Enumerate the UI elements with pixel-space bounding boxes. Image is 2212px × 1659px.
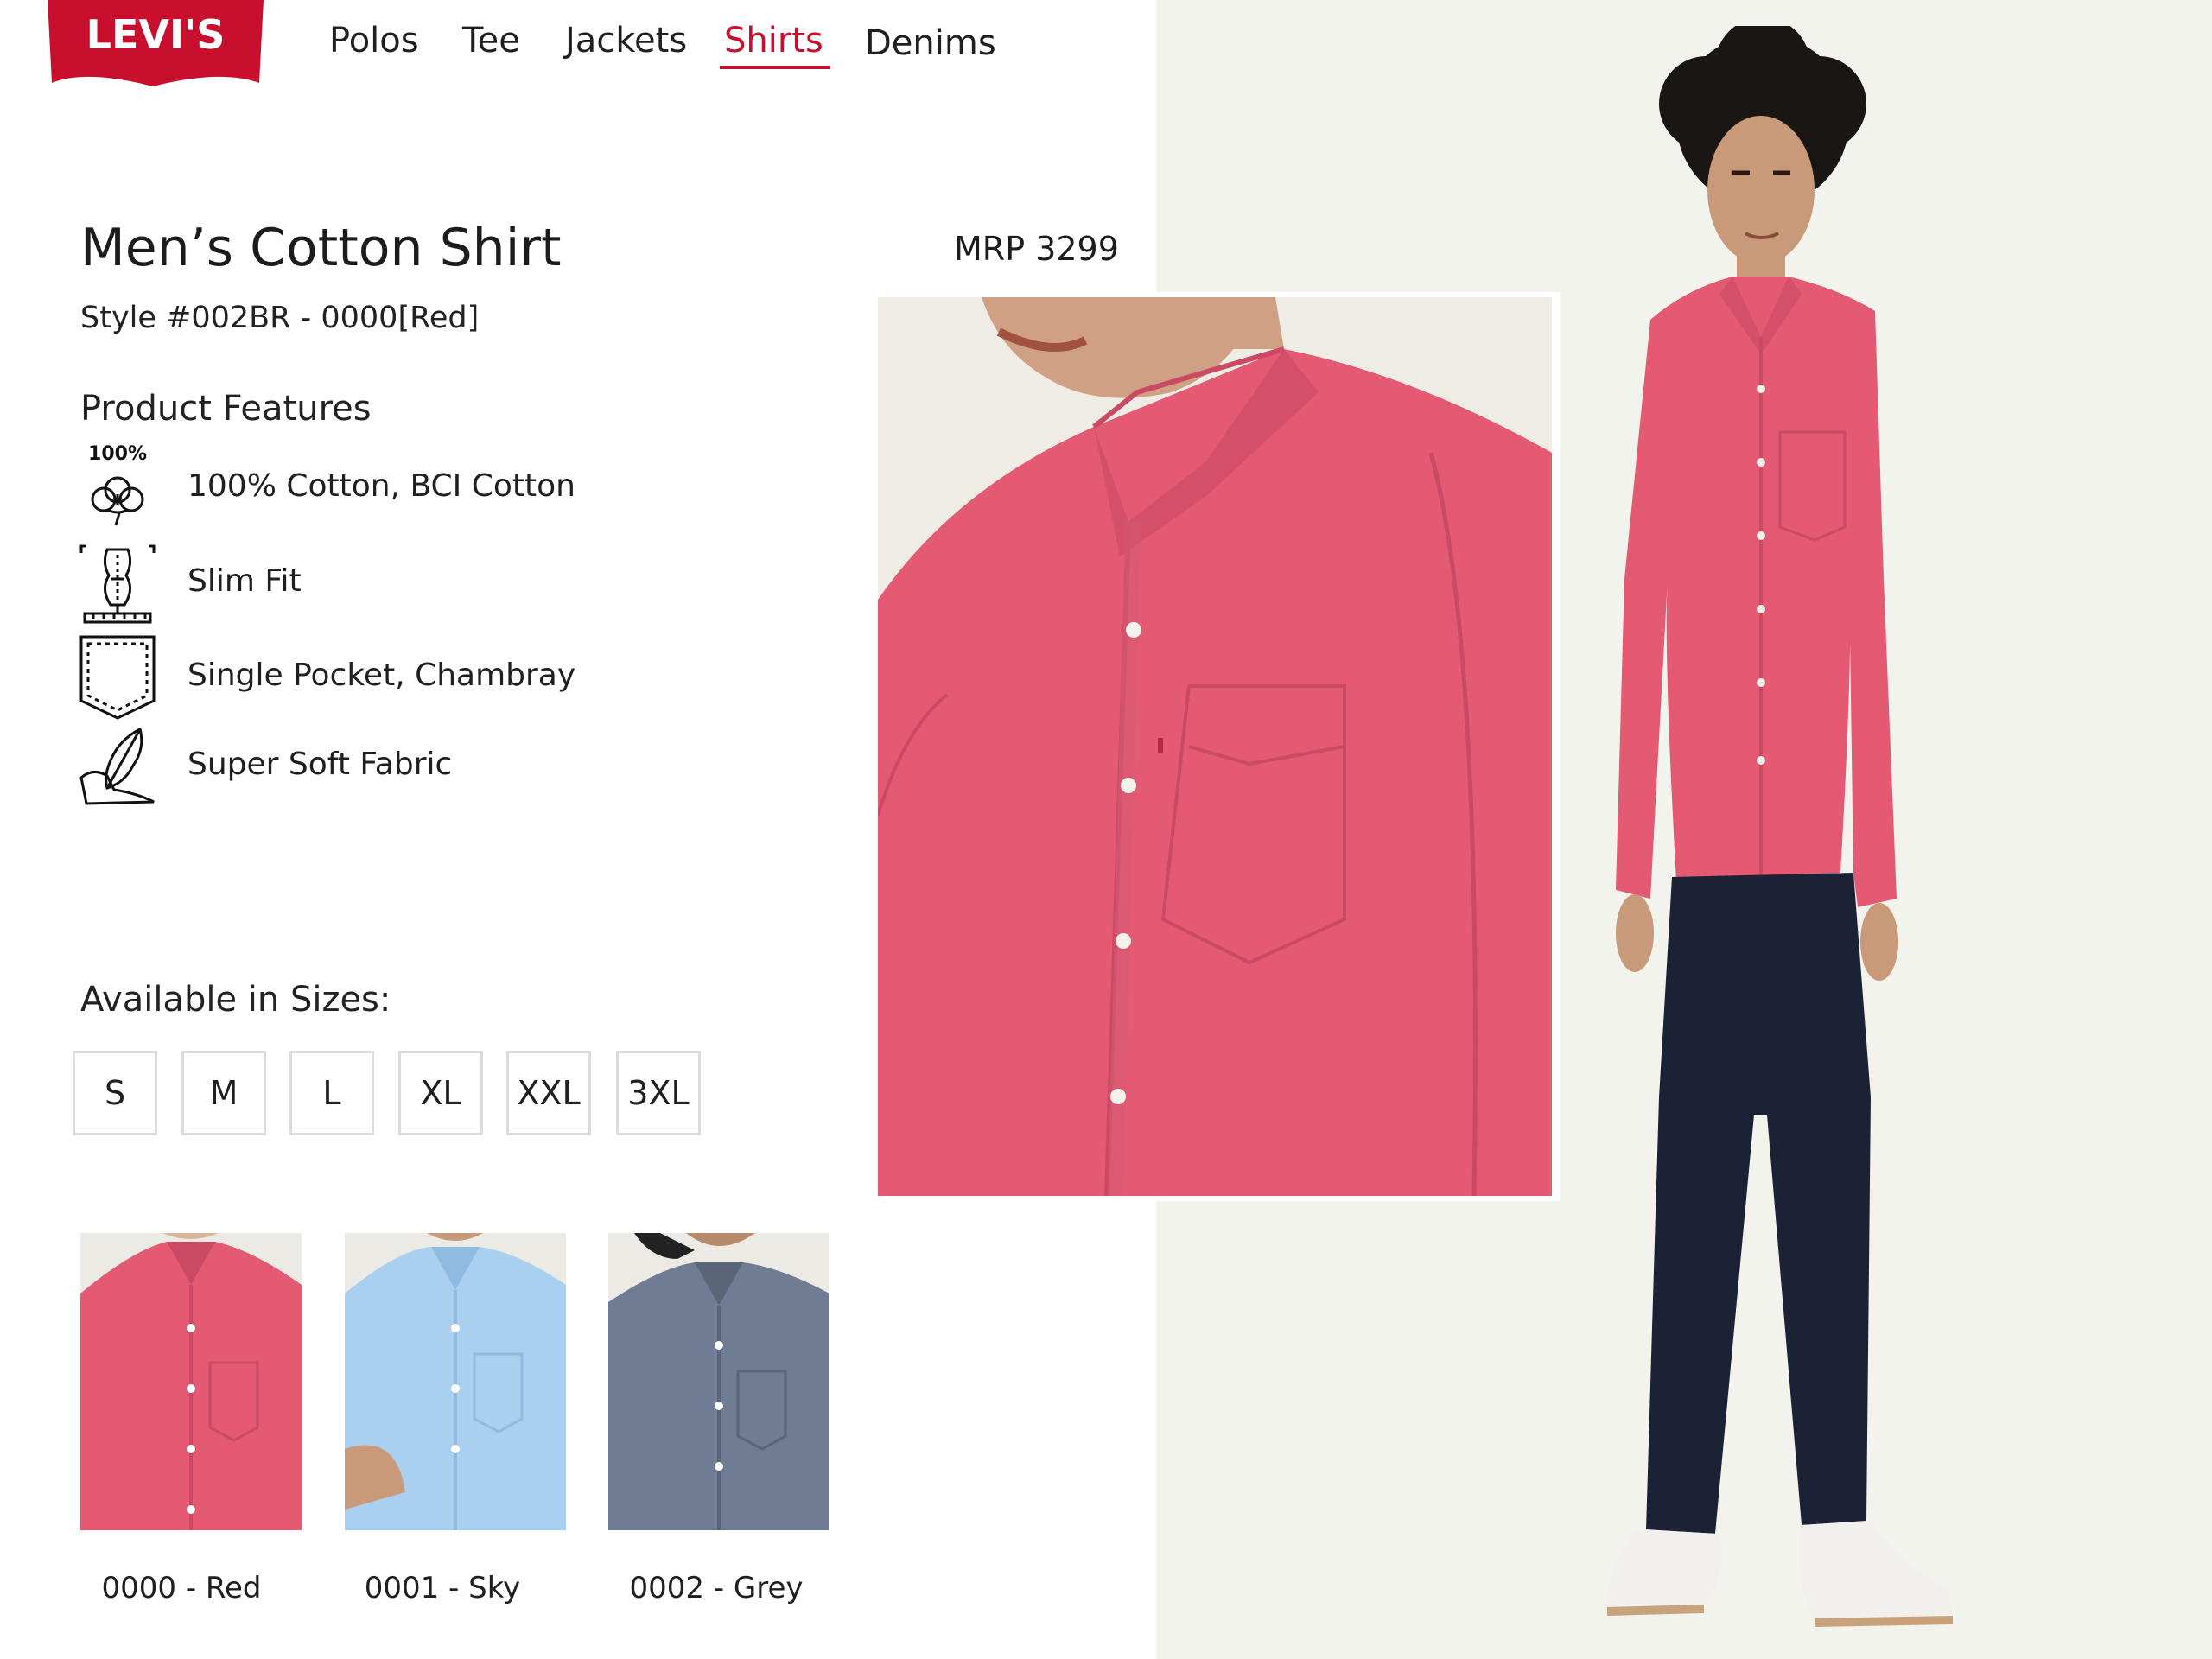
levis-logo[interactable]: LEVI'S ®	[48, 0, 264, 86]
variant-thumbnail-grey[interactable]	[608, 1233, 830, 1530]
size-option-3xl[interactable]: 3XL	[616, 1051, 701, 1135]
product-price: MRP 3299	[954, 230, 1119, 268]
nav-item-polos[interactable]: Polos	[329, 21, 419, 60]
nav-item-denims[interactable]: Denims	[865, 23, 996, 63]
feather-icon	[76, 726, 159, 812]
cotton-icon: 100%	[76, 442, 159, 529]
pocket-icon	[76, 635, 159, 721]
size-option-m[interactable]: M	[181, 1051, 266, 1135]
size-option-xxl[interactable]: XXL	[506, 1051, 591, 1135]
nav-item-tee[interactable]: Tee	[462, 21, 520, 60]
feature-label: Slim Fit	[188, 563, 302, 599]
variant-thumbnail-red[interactable]	[80, 1233, 302, 1530]
feature-label: 100% Cotton, BCI Cotton	[188, 468, 575, 504]
features-heading: Product Features	[80, 389, 372, 429]
slim-fit-icon	[76, 544, 159, 631]
size-option-s[interactable]: S	[73, 1051, 157, 1135]
model-full-body-image[interactable]	[1555, 26, 1987, 1642]
variant-label-sky: 0001 - Sky	[364, 1571, 521, 1605]
variant-label-grey: 0002 - Grey	[629, 1571, 804, 1605]
product-closeup-image[interactable]	[878, 292, 1560, 1201]
trademark-mark: ®	[229, 3, 243, 19]
cotton-icon-text: 100%	[88, 443, 147, 465]
variant-label-red: 0000 - Red	[101, 1571, 262, 1605]
nav-item-shirts[interactable]: Shirts	[720, 21, 830, 69]
sizes-heading: Available in Sizes:	[80, 980, 391, 1020]
feature-label: Super Soft Fabric	[188, 747, 453, 782]
product-style-number: Style #002BR - 0000[Red]	[80, 301, 480, 335]
size-option-xl[interactable]: XL	[398, 1051, 483, 1135]
variant-thumbnail-sky[interactable]	[345, 1233, 566, 1530]
product-title: Men’s Cotton Shirt	[80, 218, 562, 278]
feature-label: Single Pocket, Chambray	[188, 658, 576, 693]
logo-text: LEVI'S	[86, 11, 226, 58]
nav-item-jackets[interactable]: Jackets	[565, 21, 687, 60]
size-option-l[interactable]: L	[289, 1051, 374, 1135]
